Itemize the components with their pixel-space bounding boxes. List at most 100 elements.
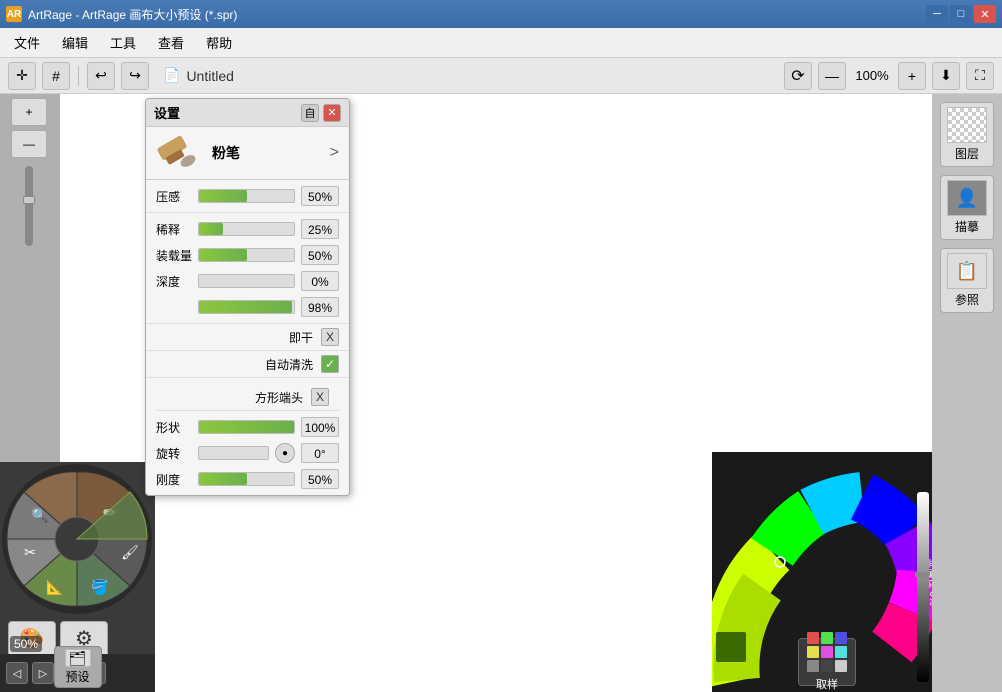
- pressure-slider[interactable]: [198, 189, 295, 203]
- rotation-dial[interactable]: ●: [275, 443, 295, 463]
- load-label: 装载量: [156, 247, 192, 264]
- depth-value: 0%: [301, 271, 339, 291]
- layers-button[interactable]: 图层: [940, 102, 994, 167]
- svg-text:🪣: 🪣: [91, 579, 108, 596]
- load-value: 50%: [301, 245, 339, 265]
- tracing-button[interactable]: 👤 描摹: [940, 175, 994, 240]
- zoom-label: 50%: [10, 636, 42, 652]
- depth-label: 深度: [156, 273, 192, 290]
- depth-row: 深度 0%: [156, 271, 339, 291]
- move-tool-button[interactable]: ✛: [8, 62, 36, 90]
- dilution-label: 稀释: [156, 221, 192, 238]
- shape-section: 方形端头 X 形状 100% 旋转 ● 0°: [146, 378, 349, 495]
- dilution-value: 25%: [301, 219, 339, 239]
- bottom-strip: ◁ ▷ T 🖊 🗂 预设: [0, 654, 155, 692]
- titlebar: AR ArtRage - ArtRage 画布大小预设 (*.spr) ─ □ …: [0, 0, 1002, 28]
- menu-help[interactable]: 帮助: [196, 29, 242, 56]
- main-area: + — ✏ 🖌 🪣 📐 ✂ 🔍: [0, 94, 1002, 692]
- document-title-area: 📄 Untitled: [163, 67, 234, 84]
- tool-arrow[interactable]: >: [330, 144, 339, 162]
- rotation-row: 旋转 ● 0°: [156, 443, 339, 463]
- shape-header-row: 方形端头 X: [156, 384, 339, 411]
- sampling-label: 取样: [816, 676, 838, 692]
- tool-wheel[interactable]: ✏ 🖌 🪣 📐 ✂ 🔍: [0, 462, 155, 617]
- fullscreen-button[interactable]: ⛶: [966, 62, 994, 90]
- menu-view[interactable]: 查看: [148, 29, 194, 56]
- stiffness-value: 50%: [301, 469, 339, 489]
- settings-header: 设置 自 ✕: [146, 99, 349, 127]
- toolbar: ✛ # ↩ ↪ 📄 Untitled ⟳ — 100% + ⬇ ⛶: [0, 58, 1002, 94]
- pressure-row: 压感 50%: [156, 186, 339, 206]
- shape-value: 100%: [301, 417, 339, 437]
- rotation-slider[interactable]: [198, 446, 269, 460]
- dilution-slider[interactable]: [198, 222, 295, 236]
- zoom-out-button[interactable]: —: [818, 62, 846, 90]
- zoom-out-left[interactable]: —: [11, 130, 47, 158]
- minimize-button[interactable]: ─: [926, 5, 948, 23]
- menu-tools[interactable]: 工具: [100, 29, 146, 56]
- undo-button[interactable]: ↩: [87, 62, 115, 90]
- menu-edit[interactable]: 编辑: [52, 29, 98, 56]
- maximize-button[interactable]: □: [950, 5, 972, 23]
- stiffness-row: 刚度 50%: [156, 469, 339, 489]
- settings-close-button[interactable]: ✕: [323, 104, 341, 122]
- instant-dry-label: 即干: [289, 329, 313, 346]
- shape-check[interactable]: X: [311, 388, 329, 406]
- pressure-fill: [199, 190, 247, 202]
- svg-text:🖌: 🖌: [121, 544, 139, 560]
- load-slider[interactable]: [198, 248, 295, 262]
- extra-value: 98%: [301, 297, 339, 317]
- color-panel: 金属性 0% 取样: [712, 452, 932, 692]
- size-slider-thumb: [23, 196, 35, 204]
- grid-button[interactable]: #: [42, 62, 70, 90]
- svg-text:🔍: 🔍: [31, 506, 48, 524]
- extra-fill: [199, 301, 292, 313]
- sampling-button[interactable]: 取样: [798, 638, 856, 686]
- redo-button[interactable]: ↪: [121, 62, 149, 90]
- rotate-button[interactable]: ⟳: [784, 62, 812, 90]
- auto-clean-label: 自动清洗: [265, 356, 313, 373]
- settings-sliders-section: 压感 50%: [146, 180, 349, 213]
- shape-fill: [199, 421, 294, 433]
- pressure-label: 压感: [156, 188, 192, 205]
- load-fill: [199, 249, 247, 261]
- shape-label: 形状: [156, 419, 192, 436]
- close-button[interactable]: ✕: [974, 5, 996, 23]
- extra-slider[interactable]: [198, 300, 295, 314]
- size-slider[interactable]: [25, 166, 33, 246]
- settings-header-buttons: 自 ✕: [301, 104, 341, 122]
- load-row: 装载量 50%: [156, 245, 339, 265]
- shape-slider[interactable]: [198, 420, 295, 434]
- menu-file[interactable]: 文件: [4, 29, 50, 56]
- menubar: 文件 编辑 工具 查看 帮助: [0, 28, 1002, 58]
- document-title: Untitled: [186, 68, 233, 84]
- prev-button[interactable]: ◁: [6, 662, 28, 684]
- settings-pin-button[interactable]: 自: [301, 104, 319, 122]
- right-panel: 图层 👤 描摹 📋 参照: [932, 94, 1002, 692]
- export-button[interactable]: ⬇: [932, 62, 960, 90]
- tracing-label: 描摹: [955, 218, 979, 235]
- dilution-fill: [199, 223, 223, 235]
- stiffness-label: 刚度: [156, 471, 192, 488]
- depth-slider[interactable]: [198, 274, 295, 288]
- instant-dry-check[interactable]: X: [321, 328, 339, 346]
- zoom-in-button[interactable]: +: [898, 62, 926, 90]
- window-controls: ─ □ ✕: [926, 5, 996, 23]
- app-icon: AR: [6, 6, 22, 22]
- reference-button[interactable]: 📋 参照: [940, 248, 994, 313]
- toolbar-separator: [78, 66, 79, 86]
- preset-button[interactable]: 🗂 预设: [54, 646, 102, 688]
- zoom-level: 100%: [852, 68, 892, 83]
- zoom-in-left[interactable]: +: [11, 98, 47, 126]
- bottom-left-panel: ✏ 🖌 🪣 📐 ✂ 🔍 🎨 贴纸 ⚙ 型板 50% ◁: [0, 462, 155, 692]
- auto-clean-check[interactable]: ✓: [321, 355, 339, 373]
- stiffness-fill: [199, 473, 247, 485]
- settings-sliders-2: 稀释 25% 装载量 50% 深度 0%: [146, 213, 349, 324]
- reference-label: 参照: [955, 291, 979, 308]
- stiffness-slider[interactable]: [198, 472, 295, 486]
- svg-text:📐: 📐: [46, 579, 63, 596]
- next-button[interactable]: ▷: [32, 662, 54, 684]
- settings-title: 设置: [154, 103, 180, 122]
- preset-label: 预设: [65, 668, 89, 685]
- svg-text:✂: ✂: [24, 544, 36, 560]
